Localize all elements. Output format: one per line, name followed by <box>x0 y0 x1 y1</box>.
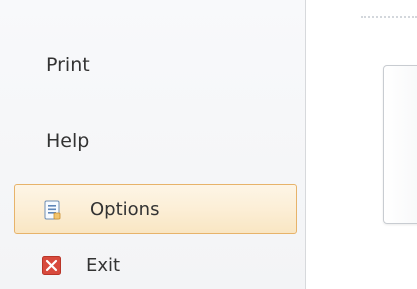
nav-item-options-label: Options <box>90 199 160 220</box>
nav-item-exit[interactable]: Exit <box>14 242 297 289</box>
preview-card <box>383 65 417 224</box>
nav-item-help[interactable]: Help <box>46 130 89 152</box>
nav-item-print[interactable]: Print <box>46 54 90 76</box>
backstage-left-nav: Print Help Options Exit <box>0 0 306 289</box>
options-icon <box>44 200 62 220</box>
exit-icon <box>42 256 61 275</box>
nav-item-exit-label: Exit <box>86 255 121 276</box>
separator-line <box>361 16 417 18</box>
nav-item-options[interactable]: Options <box>14 184 297 234</box>
